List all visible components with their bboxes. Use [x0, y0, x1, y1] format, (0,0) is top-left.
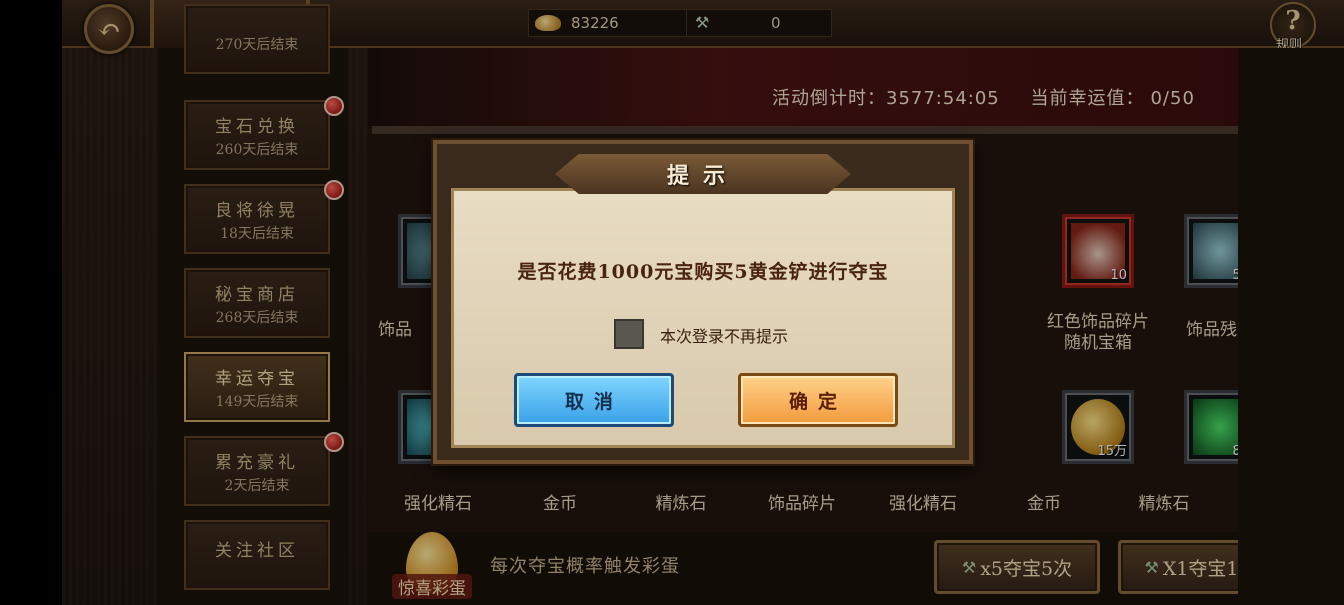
dialog-body: 是否花费1000元宝购买5黄金铲进行夺宝 本次登录不再提示 取消 确定 — [451, 188, 955, 448]
cancel-button[interactable]: 取消 — [514, 373, 674, 427]
confirm-dialog: 是否花费1000元宝购买5黄金铲进行夺宝 本次登录不再提示 取消 确定 提示 — [433, 140, 973, 464]
dialog-message: 是否花费1000元宝购买5黄金铲进行夺宝 — [517, 261, 889, 283]
dont-show-again-checkbox[interactable] — [614, 319, 644, 349]
dialog-title: 提示 — [666, 163, 739, 189]
dialog-title-plate: 提示 — [555, 154, 851, 194]
confirm-button[interactable]: 确定 — [738, 373, 898, 427]
checkbox-label: 本次登录不再提示 — [660, 327, 789, 346]
